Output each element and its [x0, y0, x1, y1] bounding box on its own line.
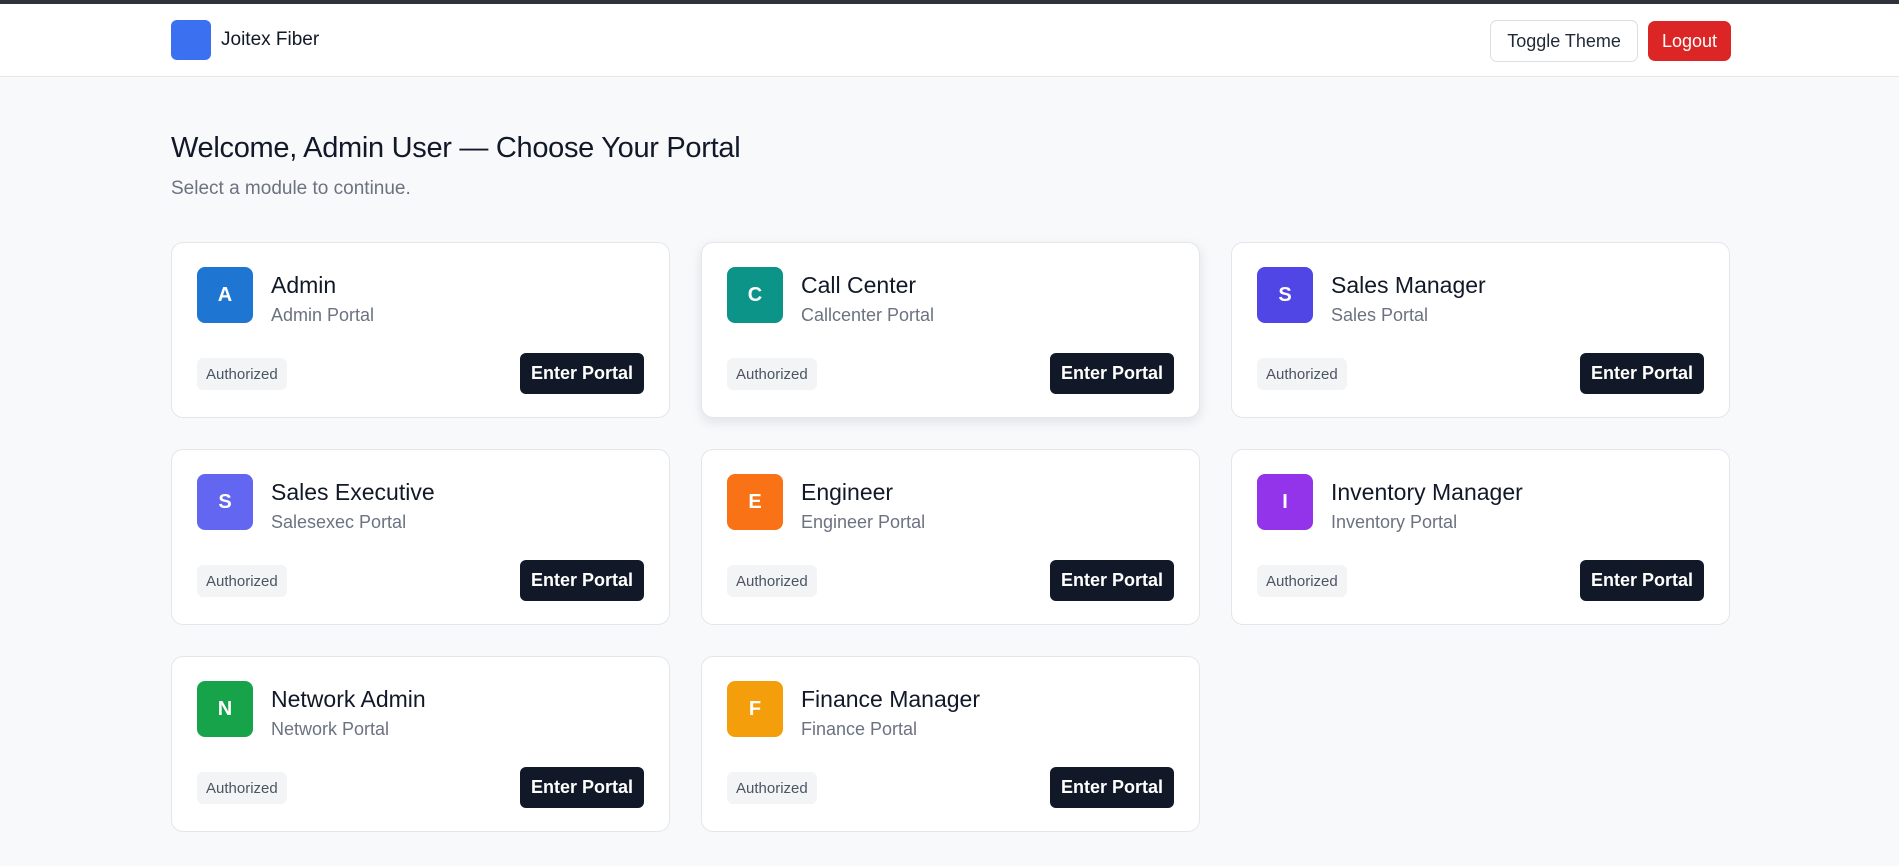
enter-portal-button[interactable]: Enter Portal	[1580, 560, 1704, 601]
portal-initial-icon: S	[197, 474, 253, 530]
toggle-theme-button[interactable]: Toggle Theme	[1490, 20, 1638, 62]
portal-card-admin: A Admin Admin Portal Authorized Enter Po…	[171, 242, 670, 418]
portal-initial-icon: I	[1257, 474, 1313, 530]
brand[interactable]: Joitex Fiber	[171, 20, 319, 60]
portal-title: Sales Manager	[1331, 272, 1486, 298]
status-badge: Authorized	[727, 772, 817, 804]
enter-portal-button[interactable]: Enter Portal	[520, 353, 644, 394]
status-badge: Authorized	[197, 358, 287, 390]
portal-card-network-admin: N Network Admin Network Portal Authorize…	[171, 656, 670, 832]
status-badge: Authorized	[197, 565, 287, 597]
portal-card-engineer: E Engineer Engineer Portal Authorized En…	[701, 449, 1200, 625]
status-badge: Authorized	[197, 772, 287, 804]
portal-initial-icon: S	[1257, 267, 1313, 323]
portal-subtitle: Engineer Portal	[801, 512, 926, 532]
brand-logo-icon	[171, 20, 211, 60]
status-badge: Authorized	[727, 565, 817, 597]
portal-card-finance-manager: F Finance Manager Finance Portal Authori…	[701, 656, 1200, 832]
portal-grid: A Admin Admin Portal Authorized Enter Po…	[171, 242, 1730, 832]
page-subtitle: Select a module to continue.	[171, 178, 411, 199]
status-badge: Authorized	[727, 358, 817, 390]
enter-portal-button[interactable]: Enter Portal	[520, 767, 644, 808]
logout-button[interactable]: Logout	[1647, 21, 1731, 61]
status-badge: Authorized	[1257, 358, 1347, 390]
enter-portal-button[interactable]: Enter Portal	[1050, 767, 1174, 808]
portal-title: Sales Executive	[271, 479, 435, 505]
portal-initial-icon: F	[727, 681, 783, 737]
portal-subtitle: Admin Portal	[271, 305, 375, 325]
portal-title: Finance Manager	[801, 686, 980, 712]
portal-title: Admin	[271, 272, 337, 298]
portal-title: Network Admin	[271, 686, 426, 712]
portal-card-call-center: C Call Center Callcenter Portal Authoriz…	[701, 242, 1200, 418]
portal-title: Inventory Manager	[1331, 479, 1523, 505]
portal-initial-icon: A	[197, 267, 253, 323]
portal-subtitle: Finance Portal	[801, 719, 918, 739]
portal-initial-icon: C	[727, 267, 783, 323]
portal-card-sales-executive: S Sales Executive Salesexec Portal Autho…	[171, 449, 670, 625]
top-navbar: Joitex Fiber Toggle Theme Logout	[0, 4, 1899, 77]
enter-portal-button[interactable]: Enter Portal	[520, 560, 644, 601]
portal-card-inventory-manager: I Inventory Manager Inventory Portal Aut…	[1231, 449, 1730, 625]
portal-subtitle: Network Portal	[271, 719, 390, 739]
portal-initial-icon: N	[197, 681, 253, 737]
brand-name: Joitex Fiber	[221, 29, 320, 50]
status-badge: Authorized	[1257, 565, 1347, 597]
portal-title: Call Center	[801, 272, 917, 298]
portal-title: Engineer	[801, 479, 894, 505]
enter-portal-button[interactable]: Enter Portal	[1580, 353, 1704, 394]
portal-card-sales-manager: S Sales Manager Sales Portal Authorized …	[1231, 242, 1730, 418]
enter-portal-button[interactable]: Enter Portal	[1050, 353, 1174, 394]
portal-subtitle: Inventory Portal	[1331, 512, 1458, 532]
enter-portal-button[interactable]: Enter Portal	[1050, 560, 1174, 601]
portal-subtitle: Sales Portal	[1331, 305, 1429, 325]
header-actions: Toggle Theme Logout	[1490, 20, 1731, 62]
portal-subtitle: Callcenter Portal	[801, 305, 935, 325]
portal-initial-icon: E	[727, 474, 783, 530]
page-title: Welcome, Admin User — Choose Your Portal	[171, 132, 741, 164]
portal-subtitle: Salesexec Portal	[271, 512, 407, 532]
